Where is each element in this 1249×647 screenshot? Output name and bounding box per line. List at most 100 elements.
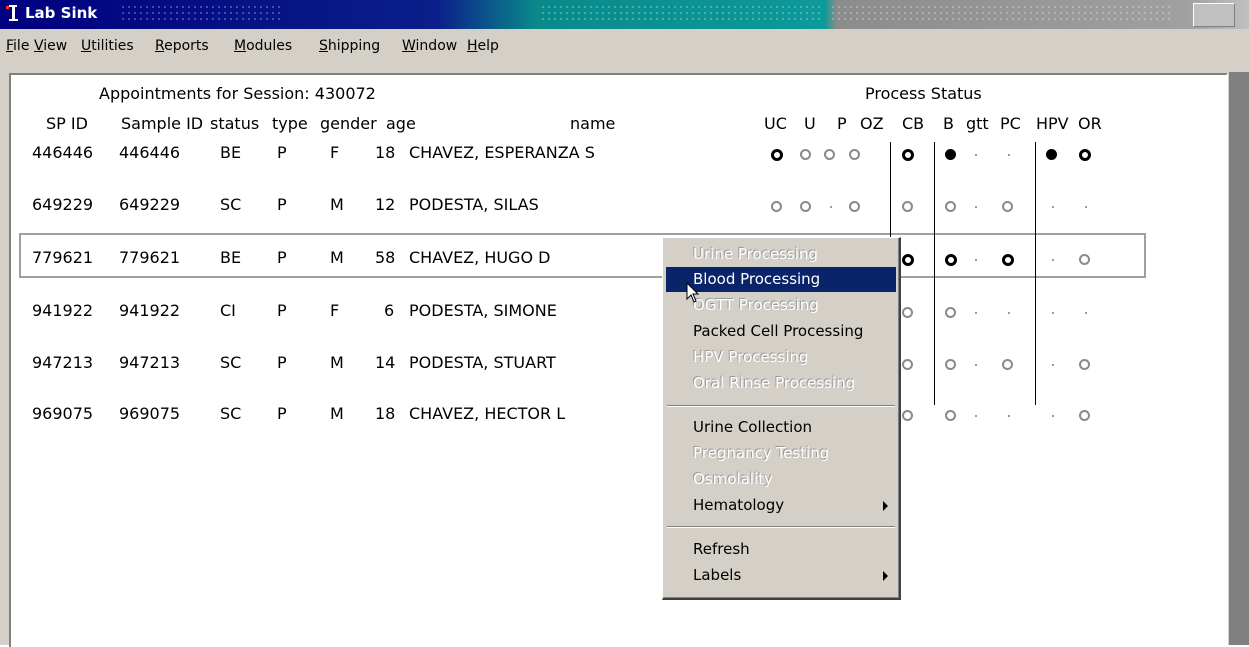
- status-none-icon: [1008, 415, 1010, 417]
- menu-osmolality[interactable]: Osmolality Osmolality: [666, 467, 896, 492]
- status-inactive-icon: [771, 201, 782, 212]
- menu-oral-rinse-processing[interactable]: Oral Rinse Processing Oral Rinse Processi…: [666, 371, 896, 396]
- menu-hematology[interactable]: Hematology: [666, 493, 896, 518]
- window-title: Lab Sink: [25, 4, 98, 22]
- cell-type: P: [277, 195, 287, 214]
- status-inactive-icon: [1002, 359, 1013, 370]
- col-type[interactable]: type: [272, 114, 308, 133]
- app-icon: [6, 5, 18, 21]
- cell-sample-id: 649229: [119, 195, 181, 214]
- status-none-icon: [1052, 364, 1054, 366]
- menu-shipping[interactable]: Shipping: [319, 38, 380, 54]
- col-hpv[interactable]: HPV: [1036, 114, 1069, 133]
- appointments-panel: [9, 73, 1228, 647]
- col-sp-id[interactable]: SP ID: [46, 114, 88, 133]
- col-gtt[interactable]: gtt: [966, 114, 989, 133]
- status-none-icon: [830, 206, 832, 208]
- cell-sample-id: 947213: [119, 353, 181, 372]
- status-none-icon: [1008, 154, 1010, 156]
- status-pending-icon: [1079, 149, 1091, 161]
- status-inactive-icon: [1002, 201, 1013, 212]
- status-none-icon: [975, 206, 977, 208]
- selected-row-highlight: [19, 233, 1146, 278]
- cell-gender: M: [330, 404, 344, 423]
- menu-urine-processing[interactable]: Urine Processing Urine Processing: [666, 242, 896, 267]
- status-none-icon: [975, 259, 977, 261]
- cell-type: P: [277, 404, 287, 423]
- status-inactive-icon: [1079, 359, 1090, 370]
- cell-sp-id: 947213: [32, 353, 94, 372]
- cell-gender: M: [330, 353, 344, 372]
- cell-sample-id: 446446: [119, 143, 181, 162]
- menu-refresh[interactable]: Refresh: [666, 537, 896, 562]
- cell-gender: M: [330, 248, 344, 267]
- cell-status: BE: [220, 248, 242, 267]
- status-complete-icon: [1046, 149, 1057, 160]
- col-gender[interactable]: gender: [320, 114, 377, 133]
- status-inactive-icon: [902, 359, 913, 370]
- col-sample-id[interactable]: Sample ID: [121, 114, 203, 133]
- cell-type: P: [277, 143, 287, 162]
- col-name[interactable]: name: [570, 114, 615, 133]
- window-controls[interactable]: [1193, 3, 1235, 27]
- menu-blood-processing[interactable]: Blood Processing: [666, 267, 896, 292]
- col-uc[interactable]: UC: [764, 114, 787, 133]
- col-oz[interactable]: OZ: [860, 114, 884, 133]
- menu-packed-cell-processing[interactable]: Packed Cell Processing: [666, 319, 896, 344]
- mdi-frame: [0, 64, 1249, 647]
- menu-utilities[interactable]: Utilities: [81, 38, 134, 54]
- session-label: Appointments for Session: 430072: [99, 84, 376, 103]
- menu-window[interactable]: Window: [402, 38, 457, 54]
- cell-name: CHAVEZ, HECTOR L: [409, 404, 566, 423]
- status-complete-icon: [945, 149, 956, 160]
- status-inactive-icon: [945, 201, 956, 212]
- cell-age: 18: [375, 143, 396, 162]
- status-none-icon: [975, 154, 977, 156]
- status-inactive-icon: [902, 307, 913, 318]
- menu-modules[interactable]: Modules: [234, 38, 292, 54]
- cell-status: SC: [220, 195, 242, 214]
- menu-reports[interactable]: Reports: [155, 38, 209, 54]
- title-bar[interactable]: Lab Sink: [0, 0, 1249, 29]
- col-age[interactable]: age: [386, 114, 416, 133]
- process-status-label: Process Status: [865, 84, 982, 103]
- menu-hpv-processing[interactable]: HPV Processing HPV Processing: [666, 345, 896, 370]
- menu-pregnancy-testing[interactable]: Pregnancy Testing Pregnancy Testing: [666, 441, 896, 466]
- status-none-icon: [975, 364, 977, 366]
- cell-sp-id: 941922: [32, 301, 94, 320]
- col-pc[interactable]: PC: [1000, 114, 1021, 133]
- cell-sp-id: 649229: [32, 195, 94, 214]
- status-pending-icon: [902, 254, 914, 266]
- menu-view[interactable]: View: [34, 38, 67, 54]
- col-b[interactable]: B: [943, 114, 954, 133]
- col-or[interactable]: OR: [1078, 114, 1102, 133]
- col-cb[interactable]: CB: [902, 114, 924, 133]
- col-status[interactable]: status: [210, 114, 259, 133]
- cell-gender: F: [330, 143, 340, 162]
- status-none-icon: [1052, 415, 1054, 417]
- cell-status: BE: [220, 143, 242, 162]
- status-none-icon: [975, 415, 977, 417]
- cell-sample-id: 969075: [119, 404, 181, 423]
- status-inactive-icon: [800, 201, 811, 212]
- col-p[interactable]: P: [837, 114, 847, 133]
- menu-separator: [667, 526, 895, 528]
- status-inactive-icon: [849, 201, 860, 212]
- status-inactive-icon: [1079, 410, 1090, 421]
- col-u[interactable]: U: [804, 114, 816, 133]
- menu-labels[interactable]: Labels: [666, 563, 896, 588]
- status-none-icon: [1052, 312, 1054, 314]
- menu-help[interactable]: Help: [467, 38, 499, 54]
- submenu-arrow-icon: [883, 501, 888, 511]
- side-scroll-area[interactable]: [1229, 72, 1249, 645]
- cell-sp-id: 779621: [32, 248, 94, 267]
- status-pending-icon: [771, 149, 783, 161]
- menu-urine-collection[interactable]: Urine Collection: [666, 415, 896, 440]
- cell-gender: M: [330, 195, 344, 214]
- status-pending-icon: [902, 149, 914, 161]
- status-divider: [934, 142, 935, 405]
- submenu-arrow-icon: [883, 571, 888, 581]
- menu-file[interactable]: File: [6, 38, 29, 54]
- menu-ogtt-processing[interactable]: OGTT Processing OGTT Processing: [666, 293, 896, 318]
- status-none-icon: [1052, 259, 1054, 261]
